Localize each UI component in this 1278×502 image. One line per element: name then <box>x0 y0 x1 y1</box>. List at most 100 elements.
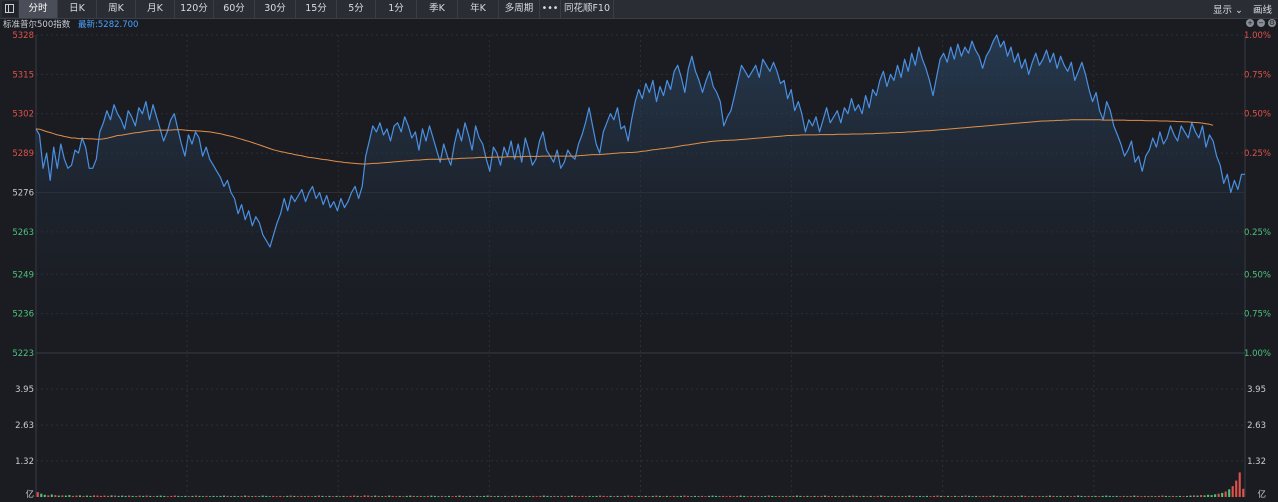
volume-bar <box>1150 495 1153 497</box>
volume-bar <box>834 495 837 497</box>
volume-bar <box>1228 489 1231 497</box>
volume-bar <box>212 495 215 497</box>
volume-bar <box>985 496 988 497</box>
volume-bar <box>866 496 869 497</box>
volume-bar <box>644 495 647 497</box>
tab-3[interactable]: 月K <box>136 0 175 18</box>
volume-bar <box>623 495 626 497</box>
volume-bar <box>785 495 788 497</box>
volume-bar <box>570 495 574 497</box>
tab-13[interactable]: ••• <box>540 0 561 18</box>
volume-bar <box>472 496 475 497</box>
volume-bar <box>461 495 465 497</box>
draw-line-button[interactable]: 画线 <box>1253 2 1272 16</box>
volume-bar <box>92 495 96 497</box>
volume-bar <box>528 496 531 497</box>
volume-bar <box>367 495 370 497</box>
volume-bar <box>792 495 795 497</box>
tab-0[interactable]: 分时 <box>19 0 58 18</box>
tab-12[interactable]: 多周期 <box>499 0 540 18</box>
volume-bar <box>398 495 401 497</box>
volume-bar <box>584 496 588 497</box>
volume-bar <box>314 495 317 497</box>
volume-bar <box>1238 472 1241 497</box>
tab-6[interactable]: 30分 <box>255 0 296 18</box>
volume-bar <box>124 495 127 497</box>
volume-bar <box>476 495 479 497</box>
tab-9[interactable]: 1分 <box>376 0 417 18</box>
volume-bar <box>1221 492 1224 497</box>
volume-bar <box>1010 495 1013 497</box>
volume-bar <box>616 495 619 497</box>
volume-bar <box>823 495 827 497</box>
volume-bar <box>827 495 830 497</box>
volume-bar <box>1013 496 1016 497</box>
volume-bar <box>166 496 169 497</box>
gear-icon[interactable]: ⚙ <box>1268 19 1276 27</box>
volume-bar <box>535 496 538 497</box>
volume-bar <box>138 495 141 497</box>
volume-bar <box>507 496 510 497</box>
volume-bar <box>830 496 834 497</box>
intraday-chart[interactable]: 5328 1.00% 5315 0.75% 5302 0.50% 5289 0.25% 5276… <box>0 0 1278 502</box>
volume-bar <box>388 495 391 497</box>
volume-bar <box>518 495 521 497</box>
volume-bar <box>729 495 732 497</box>
pct-tick-label: 0.50% <box>1244 270 1271 280</box>
volume-bar <box>725 496 728 497</box>
volume-bar <box>40 493 43 497</box>
volume-bar <box>577 496 581 497</box>
volume-bar <box>391 495 394 497</box>
volume-bar <box>226 495 229 497</box>
volume-bar <box>1006 496 1009 497</box>
volume-bar <box>609 495 612 497</box>
pct-tick-label: 1.00% <box>1244 349 1271 359</box>
volume-bar <box>117 495 120 497</box>
price-tick-label: 5328 <box>12 31 34 41</box>
volume-bar <box>546 495 549 497</box>
sidebar-toggle-icon[interactable] <box>2 1 18 17</box>
volume-bar <box>71 495 74 497</box>
volume-bar <box>630 495 633 497</box>
zoom-out-icon[interactable]: − <box>1257 19 1265 27</box>
volume-bar <box>68 495 71 497</box>
volume-bar <box>929 496 932 497</box>
volume-bar <box>845 496 848 497</box>
tab-1[interactable]: 日K <box>58 0 97 18</box>
chevron-down-icon: ⌄ <box>1235 5 1243 16</box>
tab-4[interactable]: 120分 <box>175 0 214 18</box>
volume-bar <box>736 495 739 497</box>
zoom-in-icon[interactable]: + <box>1246 19 1254 27</box>
volume-bar <box>240 495 243 497</box>
volume-bar <box>876 495 879 497</box>
volume-bar <box>483 495 486 497</box>
volume-bar <box>345 496 349 497</box>
volume-bar <box>799 495 802 497</box>
volume-bar <box>279 495 282 497</box>
volume-bar <box>718 496 721 497</box>
tab-14[interactable]: 同花顺F10 <box>561 0 614 18</box>
volume-bar <box>381 496 384 497</box>
volume-bar <box>1077 495 1080 497</box>
tab-11[interactable]: 年K <box>458 0 499 18</box>
volume-bar <box>1020 495 1023 497</box>
volume-bar <box>838 496 841 497</box>
volume-bar <box>1112 496 1115 497</box>
volume-bar <box>996 495 999 497</box>
volume-bar <box>704 496 707 497</box>
display-menu-button[interactable]: 显示 ⌄ <box>1213 2 1243 16</box>
volume-bar <box>272 495 275 497</box>
tab-10[interactable]: 季K <box>417 0 458 18</box>
tab-7[interactable]: 15分 <box>296 0 337 18</box>
volume-bar <box>690 496 693 497</box>
volume-bar <box>1080 495 1083 497</box>
tab-2[interactable]: 周K <box>97 0 136 18</box>
volume-bar <box>771 495 774 497</box>
volume-bar <box>54 495 57 497</box>
volume-bar <box>342 495 345 497</box>
volume-bar <box>296 496 299 497</box>
volume-bar <box>662 496 665 497</box>
volume-bar <box>665 495 668 497</box>
tab-8[interactable]: 5分 <box>337 0 376 18</box>
tab-5[interactable]: 60分 <box>214 0 255 18</box>
